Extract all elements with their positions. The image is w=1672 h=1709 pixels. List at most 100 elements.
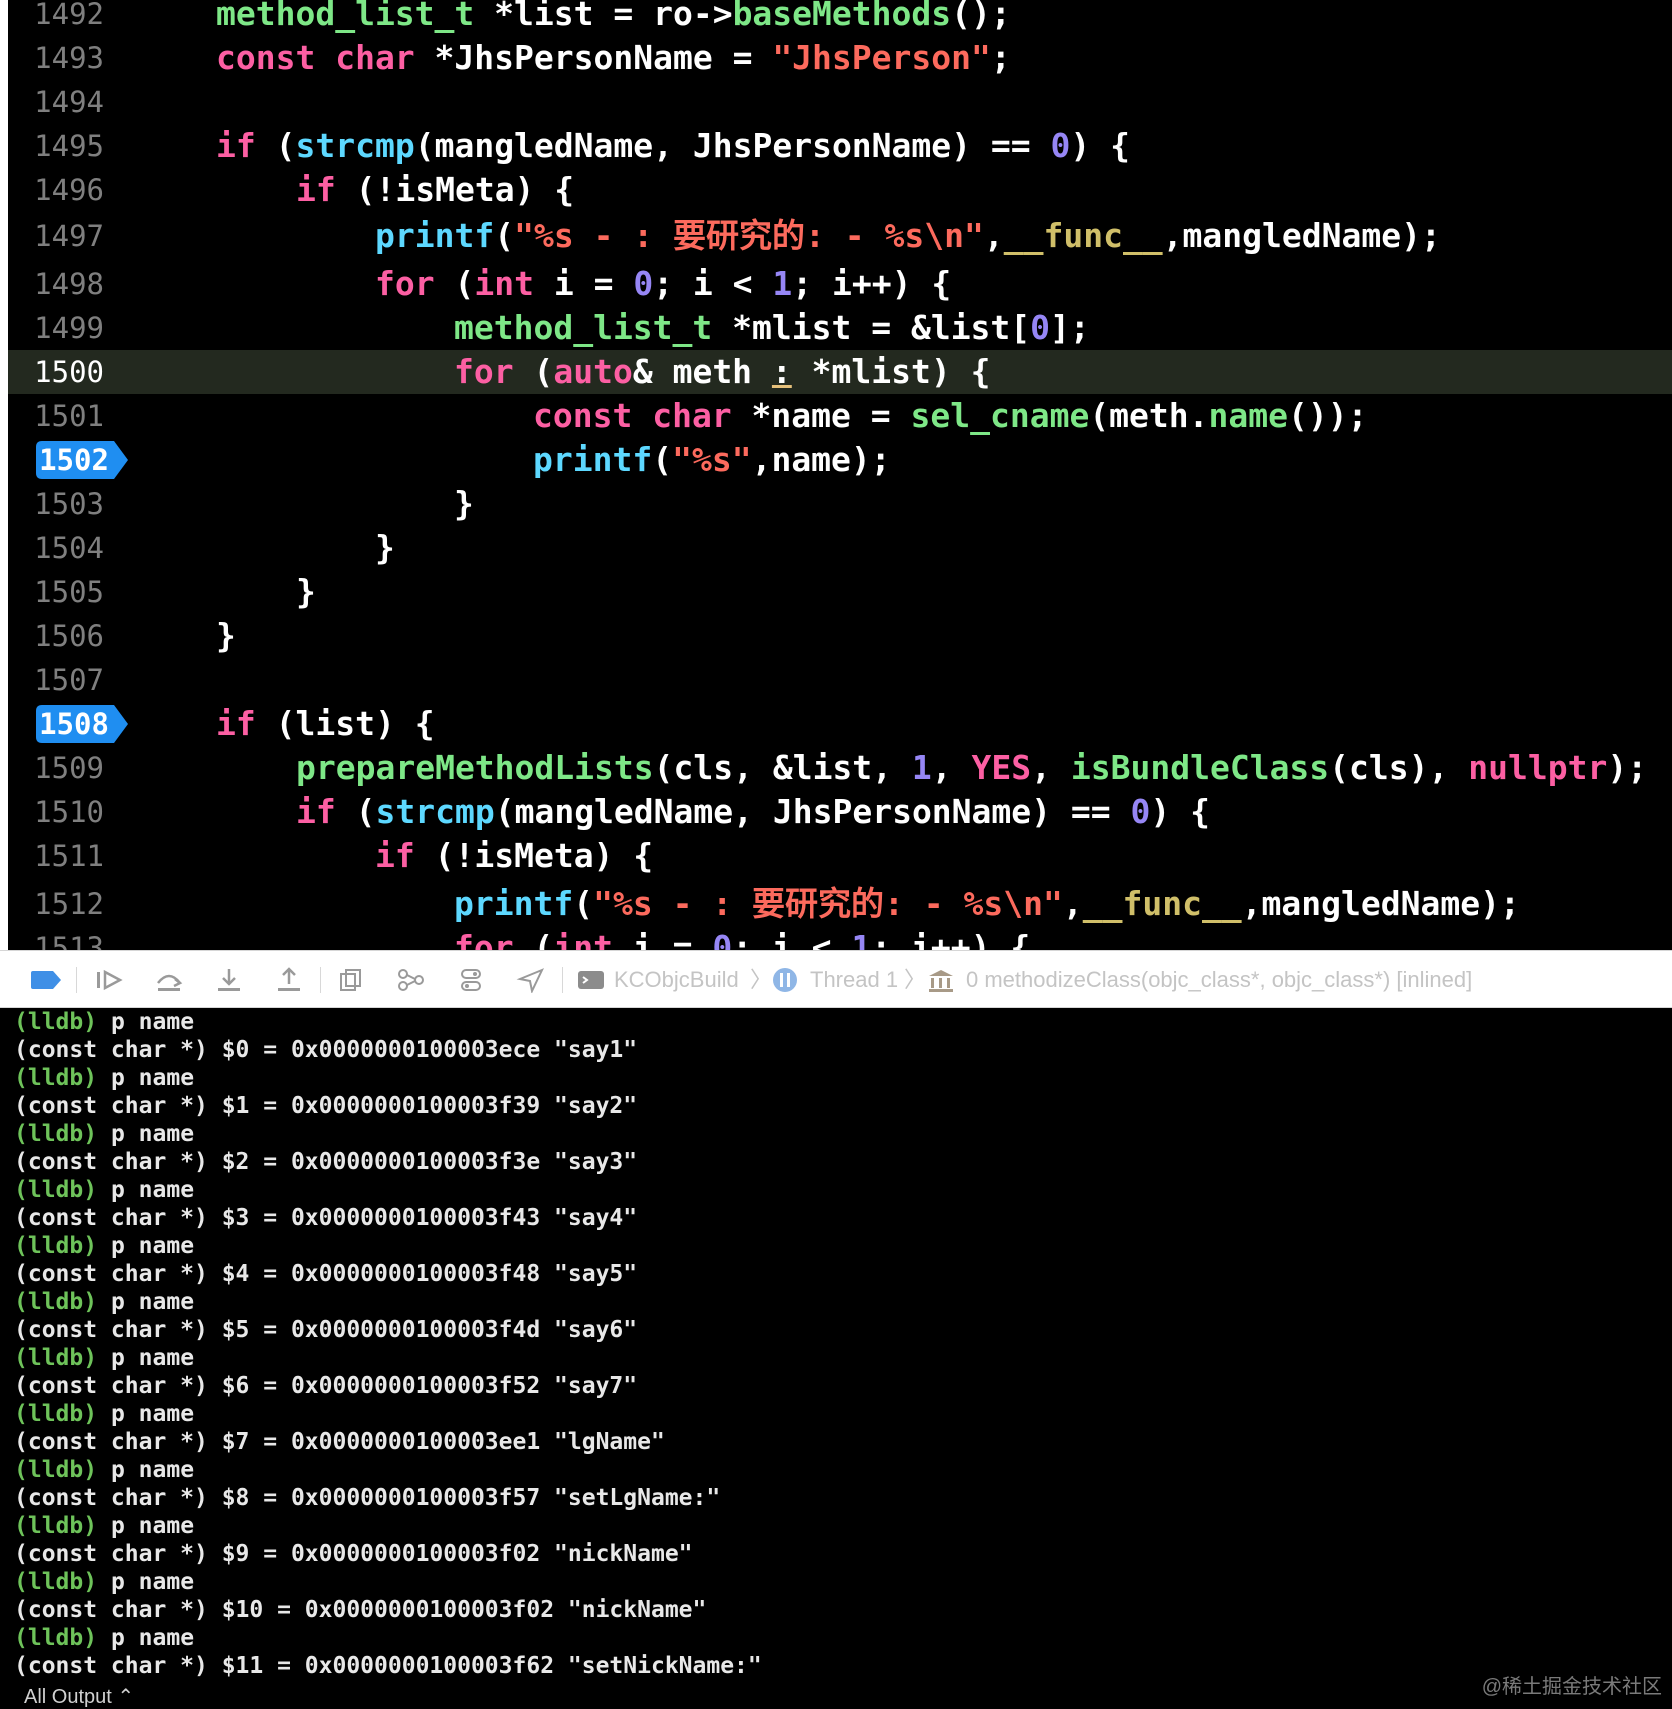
- code-line-1493: 1493 const char *JhsPersonName = "JhsPer…: [8, 36, 1672, 80]
- line-number[interactable]: 1496: [8, 168, 104, 212]
- code-line-1495: 1495 if (strcmp(mangledName, JhsPersonNa…: [8, 124, 1672, 168]
- line-number[interactable]: 1510: [8, 790, 104, 834]
- line-number[interactable]: 1493: [8, 36, 104, 80]
- breakpoint-line-number: 1502: [39, 443, 109, 477]
- line-number[interactable]: 1511: [8, 834, 104, 878]
- breadcrumb-frame[interactable]: 0 methodizeClass(objc_class*, objc_class…: [966, 965, 1472, 995]
- code-line-1510: 1510 if (strcmp(mangledName, JhsPersonNa…: [8, 790, 1672, 834]
- separator: [320, 967, 321, 993]
- code-text: const char *JhsPersonName = "JhsPerson";: [216, 38, 1011, 77]
- code-line-1501: 1501 const char *name = sel_cname(meth.n…: [8, 394, 1672, 438]
- step-out-icon[interactable]: [272, 965, 306, 995]
- code-line-1503: 1503 }: [8, 482, 1672, 526]
- continue-icon[interactable]: [92, 965, 126, 995]
- chevron-right-icon: 〉: [904, 967, 927, 992]
- code-line-1497: 1497 printf("%s - : 要研究的: - %s\n",__func…: [8, 214, 1672, 258]
- line-number[interactable]: 1513: [8, 926, 104, 950]
- code-line-1496: 1496 if (!isMeta) {: [8, 168, 1672, 212]
- code-text: const char *name = sel_cname(meth.name()…: [533, 396, 1368, 435]
- code-line-1502: 1502 printf("%s",name);: [8, 438, 1672, 482]
- console-result-line: (const char *) $0 = 0x0000000100003ece "…: [14, 1037, 638, 1063]
- console-command-line: (lldb) p name: [14, 1177, 195, 1203]
- line-number[interactable]: 1500: [8, 350, 104, 394]
- console-result-line: (const char *) $10 = 0x0000000100003f02 …: [14, 1597, 707, 1623]
- code-text: if (list) {: [216, 704, 435, 743]
- code-line-1511: 1511 if (!isMeta) {: [8, 834, 1672, 878]
- console-result-line: (const char *) $6 = 0x0000000100003f52 "…: [14, 1373, 638, 1399]
- code-text: printf("%s - : 要研究的: - %s\n",__func__,ma…: [375, 216, 1441, 255]
- breadcrumb-thread[interactable]: Thread 1: [810, 965, 898, 995]
- line-number[interactable]: 1505: [8, 570, 104, 614]
- line-number[interactable]: 1507: [8, 658, 104, 702]
- code-text: printf("%s - : 要研究的: - %s\n",__func__,ma…: [454, 884, 1520, 923]
- console-result-line: (const char *) $3 = 0x0000000100003f43 "…: [14, 1205, 638, 1231]
- code-text: printf("%s",name);: [533, 440, 891, 479]
- console-command-line: (lldb) p name: [14, 1009, 195, 1035]
- stack-frame-icon: [926, 965, 956, 995]
- breakpoint-marker[interactable]: 1502: [36, 441, 128, 479]
- line-number[interactable]: 1504: [8, 526, 104, 570]
- breakpoint-line-number: 1508: [39, 707, 109, 741]
- separator: [76, 967, 77, 993]
- console-command-line: (lldb) p name: [14, 1569, 195, 1595]
- code-line-1494: 1494: [8, 80, 1672, 124]
- memory-graph-icon[interactable]: [394, 965, 428, 995]
- line-number[interactable]: 1497: [8, 214, 104, 258]
- lldb-console[interactable]: (lldb) p name (const char *) $0 = 0x0000…: [0, 1008, 1672, 1702]
- console-command-line: (lldb) p name: [14, 1457, 195, 1483]
- code-text: if (!isMeta) {: [375, 836, 654, 875]
- console-result-line: (const char *) $5 = 0x0000000100003f4d "…: [14, 1317, 638, 1343]
- code-text: method_list_t *mlist = &list[0];: [454, 308, 1090, 347]
- step-into-icon[interactable]: [212, 965, 246, 995]
- code-line-1492: 1492 method_list_t *list = ro->baseMetho…: [8, 0, 1672, 36]
- code-text: for (int i = 0; i < 1; i++) {: [454, 928, 1031, 950]
- console-result-line: (const char *) $7 = 0x0000000100003ee1 "…: [14, 1429, 665, 1455]
- console-result-line: (const char *) $11 = 0x0000000100003f62 …: [14, 1653, 762, 1679]
- step-over-icon[interactable]: [152, 965, 186, 995]
- output-filter-button[interactable]: All Output ⌃: [24, 1684, 134, 1709]
- line-number[interactable]: 1501: [8, 394, 104, 438]
- breakpoints-toggle-icon[interactable]: [28, 965, 64, 995]
- source-editor[interactable]: 1492 method_list_t *list = ro->baseMetho…: [8, 0, 1672, 950]
- console-command-line: (lldb) p name: [14, 1401, 195, 1427]
- code-line-1505: 1505 }: [8, 570, 1672, 614]
- code-line-1508: 1508 if (list) {: [8, 702, 1672, 746]
- code-text: prepareMethodLists(cls, &list, 1, YES, i…: [296, 748, 1648, 787]
- code-line-1498: 1498 for (int i = 0; i < 1; i++) {: [8, 262, 1672, 306]
- line-number[interactable]: 1503: [8, 482, 104, 526]
- code-line-1499: 1499 method_list_t *mlist = &list[0];: [8, 306, 1672, 350]
- code-line-1513-partial: 1513 for (int i = 0; i < 1; i++) {: [8, 926, 1672, 950]
- code-text: }: [216, 616, 236, 655]
- breadcrumb-target[interactable]: KCObjcBuild: [614, 965, 739, 995]
- code-text: if (strcmp(mangledName, JhsPersonName) =…: [216, 126, 1130, 165]
- line-number[interactable]: 1495: [8, 124, 104, 168]
- code-text: for (auto& meth : *mlist) {: [454, 352, 991, 391]
- console-result-line: (const char *) $1 = 0x0000000100003f39 "…: [14, 1093, 638, 1119]
- line-number[interactable]: 1499: [8, 306, 104, 350]
- code-text: }: [296, 572, 316, 611]
- code-line-1512: 1512 printf("%s - : 要研究的: - %s\n",__func…: [8, 882, 1672, 926]
- line-number[interactable]: 1492: [8, 0, 104, 36]
- line-number[interactable]: 1506: [8, 614, 104, 658]
- environment-overrides-icon[interactable]: [454, 965, 488, 995]
- separator: [562, 967, 563, 993]
- line-number[interactable]: 1512: [8, 882, 104, 926]
- view-hierarchy-icon[interactable]: [334, 965, 368, 995]
- console-result-line: (const char *) $4 = 0x0000000100003f48 "…: [14, 1261, 638, 1287]
- breakpoint-marker[interactable]: 1508: [36, 705, 128, 743]
- line-number[interactable]: 1498: [8, 262, 104, 306]
- line-number[interactable]: 1494: [8, 80, 104, 124]
- console-command-line: (lldb) p name: [14, 1065, 195, 1091]
- code-line-1507: 1507: [8, 658, 1672, 702]
- line-number[interactable]: 1509: [8, 746, 104, 790]
- console-command-line: (lldb) p name: [14, 1121, 195, 1147]
- code-text: if (strcmp(mangledName, JhsPersonName) =…: [296, 792, 1210, 831]
- watermark: @稀土掘金技术社区: [1481, 1676, 1662, 1698]
- console-command-line: (lldb) p name: [14, 1289, 195, 1315]
- code-text: method_list_t *list = ro->baseMethods();: [216, 0, 1011, 33]
- code-text: }: [454, 484, 474, 523]
- console-result-line: (const char *) $9 = 0x0000000100003f02 "…: [14, 1541, 693, 1567]
- terminal-target-icon: [576, 965, 606, 995]
- simulate-location-icon[interactable]: [514, 965, 548, 995]
- console-result-line: (const char *) $8 = 0x0000000100003f57 "…: [14, 1485, 721, 1511]
